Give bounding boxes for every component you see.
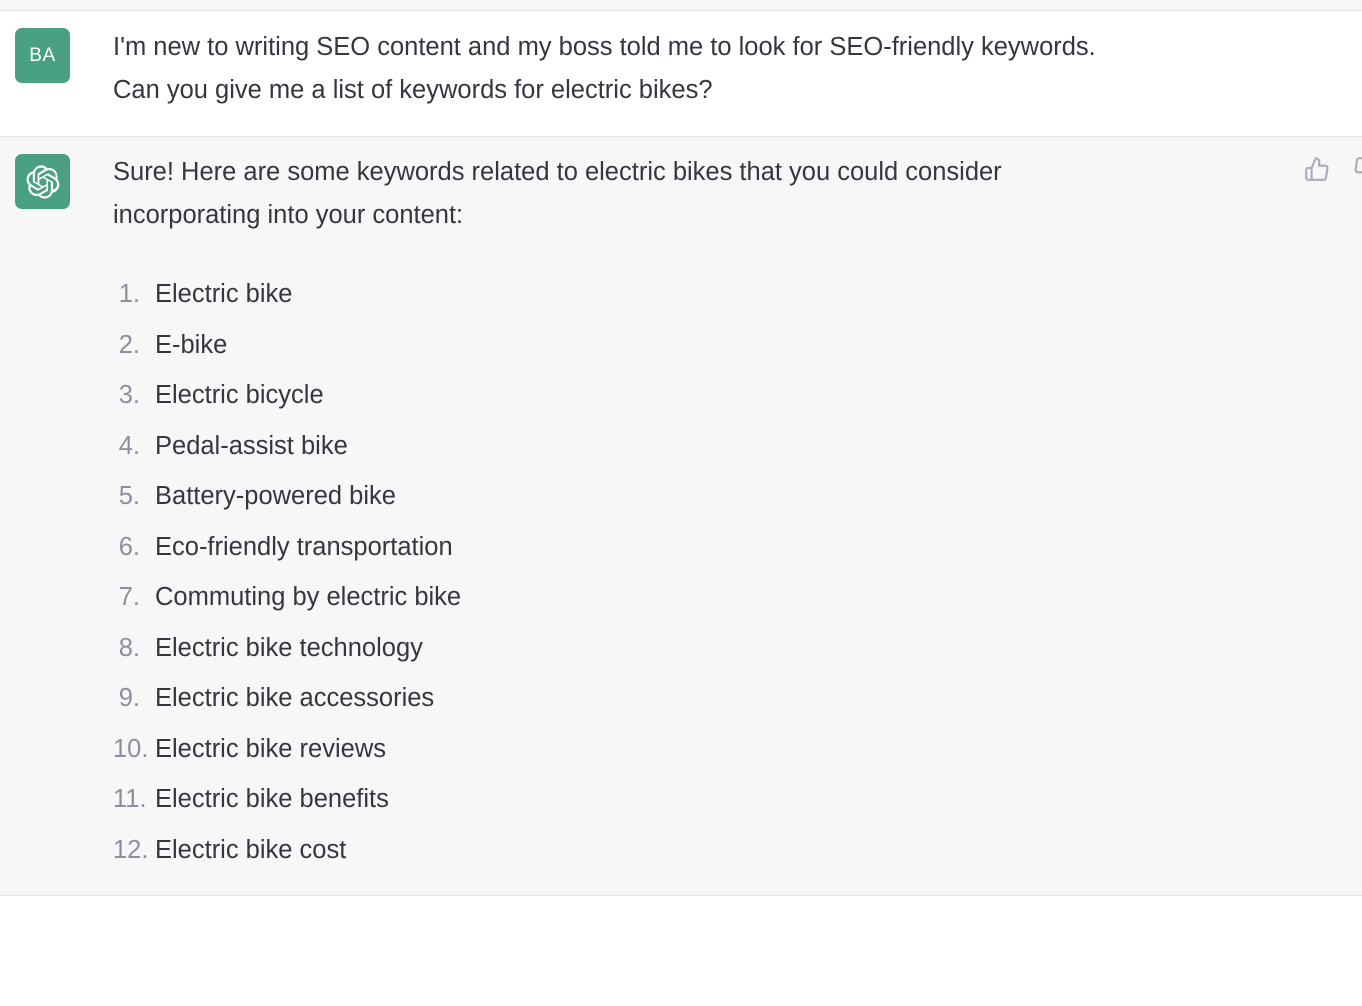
list-item-number: 6. bbox=[118, 532, 140, 561]
conversation-thread: BA I'm new to writing SEO content and my… bbox=[0, 0, 1362, 896]
user-avatar-initials: BA bbox=[29, 44, 56, 66]
list-item-label: Electric bike technology bbox=[155, 633, 423, 662]
list-item: 2. E-bike bbox=[113, 320, 1362, 371]
thumbs-down-icon bbox=[1353, 156, 1362, 182]
assistant-intro-line-2: incorporating into your content: bbox=[113, 201, 464, 229]
message-actions bbox=[1302, 154, 1362, 184]
list-item-number: 11. bbox=[113, 785, 147, 813]
user-message-turn: BA I'm new to writing SEO content and my… bbox=[0, 11, 1362, 137]
thumbs-up-button[interactable] bbox=[1302, 154, 1332, 184]
list-item-label: Eco-friendly transportation bbox=[155, 532, 453, 561]
list-item-number: 2. bbox=[118, 330, 140, 359]
list-item-label: Commuting by electric bike bbox=[155, 583, 462, 611]
list-item: 5. Battery-powered bike bbox=[113, 471, 1362, 522]
previous-turn-strip bbox=[0, 0, 1362, 11]
user-message-body: I'm new to writing SEO content and my bo… bbox=[70, 11, 1362, 136]
user-message-line-2: Can you give me a list of keywords for e… bbox=[113, 76, 713, 104]
list-item-label: Electric bike bbox=[155, 280, 293, 308]
list-item-label: Electric bike accessories bbox=[155, 684, 435, 712]
list-item-number: 5. bbox=[118, 482, 140, 510]
list-item-label: Electric bike cost bbox=[155, 835, 347, 864]
list-item: 6. Eco-friendly transportation bbox=[113, 522, 1362, 573]
assistant-intro-text: Sure! Here are some keywords related to … bbox=[113, 151, 1253, 237]
list-item: 10. Electric bike reviews bbox=[113, 724, 1362, 775]
user-avatar: BA bbox=[15, 28, 70, 83]
list-item: 4. Pedal-assist bike bbox=[113, 421, 1362, 472]
thumbs-up-icon bbox=[1304, 156, 1330, 182]
list-item-number: 7. bbox=[118, 583, 140, 611]
list-item-label: Electric bicycle bbox=[155, 381, 324, 409]
list-item: 11. Electric bike benefits bbox=[113, 774, 1362, 825]
list-item: 3. Electric bicycle bbox=[113, 370, 1362, 421]
assistant-avatar bbox=[15, 154, 70, 209]
list-item-number: 3. bbox=[118, 381, 140, 409]
user-message-line-1: I'm new to writing SEO content and my bo… bbox=[113, 33, 1096, 61]
list-item-number: 4. bbox=[118, 431, 140, 460]
list-item: 12. Electric bike cost bbox=[113, 825, 1362, 876]
list-item-number: 1. bbox=[118, 280, 140, 308]
list-item: 8. Electric bike technology bbox=[113, 623, 1362, 674]
list-item-label: Battery-powered bike bbox=[155, 482, 396, 510]
user-message-text: I'm new to writing SEO content and my bo… bbox=[113, 26, 1253, 112]
list-item: 1. Electric bike bbox=[113, 269, 1362, 320]
thumbs-down-button[interactable] bbox=[1351, 154, 1362, 184]
assistant-message-turn: Sure! Here are some keywords related to … bbox=[0, 137, 1362, 896]
list-item: 9. Electric bike accessories bbox=[113, 673, 1362, 724]
list-item: 7. Commuting by electric bike bbox=[113, 572, 1362, 623]
openai-logo-icon bbox=[26, 164, 60, 199]
assistant-intro-line-1: Sure! Here are some keywords related to … bbox=[113, 158, 1002, 186]
list-item-number: 8. bbox=[118, 633, 140, 662]
assistant-message-body: Sure! Here are some keywords related to … bbox=[70, 137, 1362, 895]
keyword-list: 1. Electric bike 2. E-bike 3. Electric b… bbox=[113, 269, 1362, 875]
list-item-label: Pedal-assist bike bbox=[155, 431, 348, 460]
list-item-label: Electric bike reviews bbox=[155, 734, 386, 763]
list-item-number: 12. bbox=[113, 835, 149, 864]
list-item-label: Electric bike benefits bbox=[155, 785, 389, 813]
list-item-label: E-bike bbox=[155, 330, 228, 359]
list-item-number: 9. bbox=[118, 684, 140, 712]
list-item-number: 10. bbox=[113, 734, 149, 763]
